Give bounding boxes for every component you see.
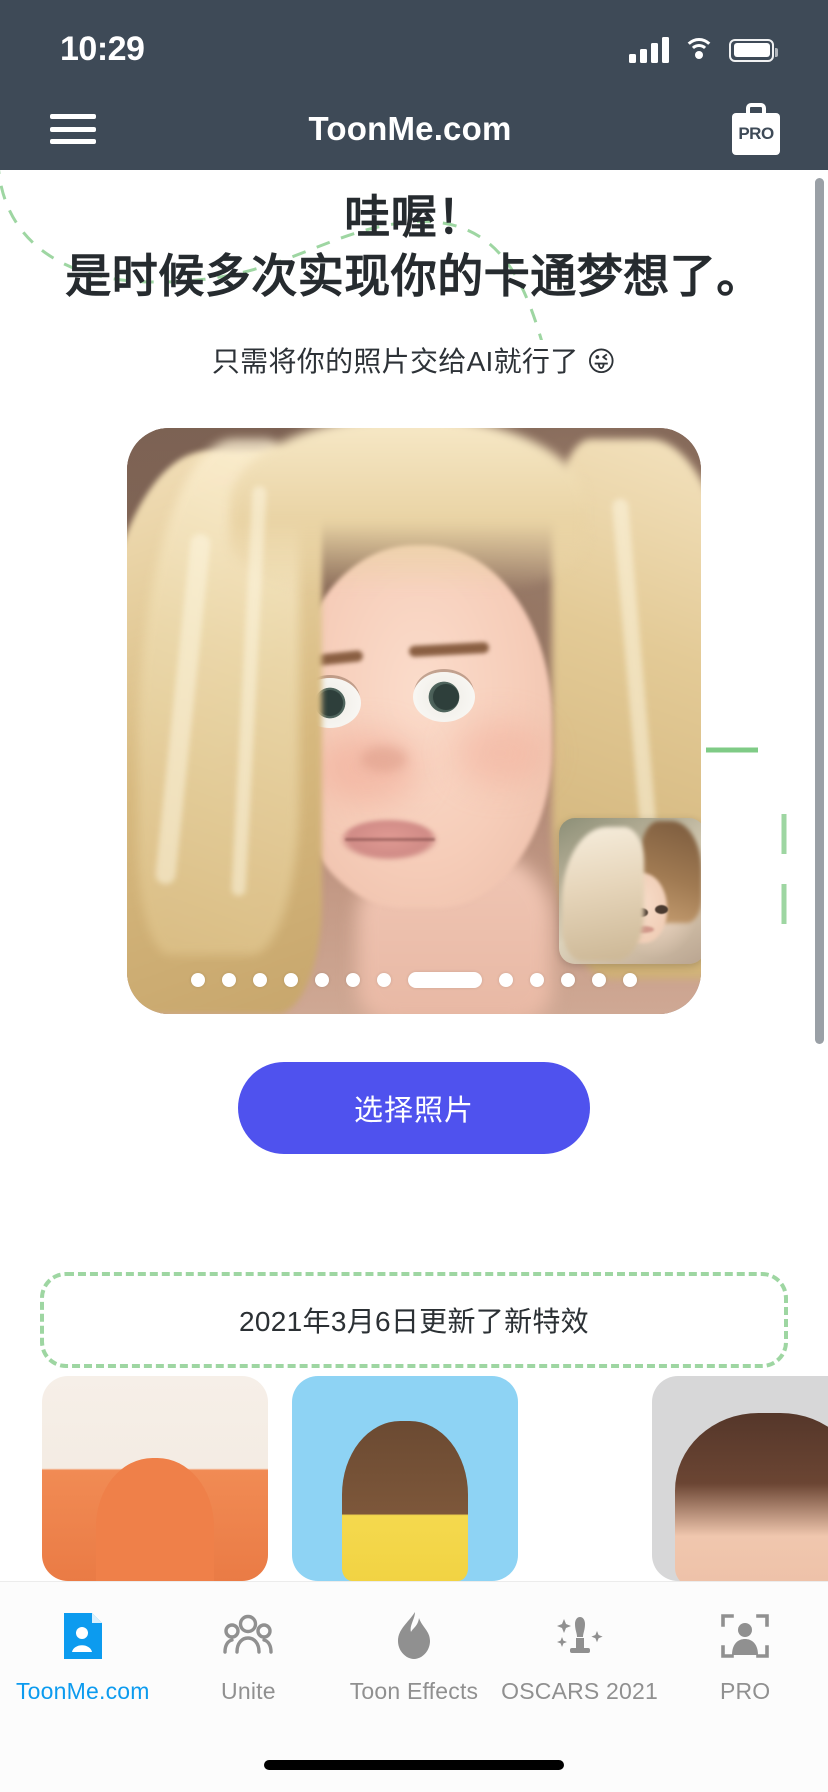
status-time: 10:29	[60, 29, 145, 68]
tab-label-toon-effects: Toon Effects	[349, 1678, 479, 1704]
status-indicators	[629, 37, 778, 63]
tab-pro[interactable]: PRO	[662, 1608, 828, 1705]
people-group-icon	[222, 1608, 274, 1664]
thumbnail-orange-shirt[interactable]	[42, 1376, 268, 1581]
headline-line-1: 哇喔！	[344, 191, 484, 243]
pro-briefcase-icon[interactable]: PRO	[728, 101, 784, 157]
battery-icon	[729, 38, 778, 62]
carousel-dot[interactable]	[561, 972, 575, 987]
tab-unite[interactable]: Unite	[166, 1608, 332, 1705]
flame-icon	[396, 1608, 432, 1664]
page-title: ToonMe.com	[308, 110, 512, 147]
toonme-document-icon	[61, 1608, 105, 1664]
cellular-signal-icon	[629, 37, 669, 63]
vertical-scrollbar[interactable]	[815, 178, 824, 1044]
carousel-dot[interactable]	[346, 972, 360, 987]
tab-label-oscars: OSCARS 2021	[501, 1678, 659, 1704]
thumbnail-blue-background[interactable]	[292, 1376, 518, 1581]
status-bar: 10:29	[0, 0, 828, 88]
tab-label-pro: PRO	[719, 1678, 771, 1704]
headline-line-2: 是时候多次实现你的卡通梦想了。	[65, 249, 763, 302]
home-indicator	[264, 1760, 564, 1770]
hero-headline: 哇喔！ 是时候多次实现你的卡通梦想了。	[0, 170, 828, 306]
carousel-dot[interactable]	[377, 972, 391, 987]
trophy-sparkle-icon	[552, 1608, 608, 1664]
effects-thumbnail-strip[interactable]	[0, 1376, 828, 1581]
cta-container: 选择照片	[0, 1061, 828, 1154]
original-photo-thumbnail[interactable]	[559, 817, 701, 964]
thumbnail-gray-background[interactable]	[652, 1376, 828, 1581]
choose-photo-button[interactable]: 选择照片	[238, 1061, 590, 1154]
carousel-preview-card[interactable]	[127, 427, 701, 1014]
carousel-container[interactable]	[0, 427, 828, 1014]
tab-toon-effects[interactable]: Toon Effects	[331, 1608, 497, 1705]
portrait-frame-icon	[719, 1608, 771, 1664]
hero-subtitle: 只需将你的照片交给AI就行了 😜	[211, 345, 617, 377]
carousel-dot[interactable]	[592, 972, 606, 987]
update-banner[interactable]: 2021年3月6日更新了新特效	[40, 1271, 788, 1368]
scroll-content[interactable]: 哇喔！ 是时候多次实现你的卡通梦想了。 只需将你的照片交给AI就行了 😜 选择照…	[0, 170, 828, 1581]
carousel-pagination[interactable]	[127, 971, 701, 988]
carousel-dot[interactable]	[623, 972, 637, 987]
update-banner-text: 2021年3月6日更新了新特效	[239, 1305, 589, 1337]
carousel-dot[interactable]	[222, 972, 236, 987]
tab-label-toonme: ToonMe.com	[15, 1678, 150, 1704]
bottom-tab-bar: ToonMe.com Unite Toon Effects OSCARS 202…	[0, 1581, 828, 1792]
app-bar: ToonMe.com PRO	[0, 88, 828, 170]
carousel-dot[interactable]	[284, 972, 298, 987]
carousel-dot-active[interactable]	[408, 971, 482, 988]
carousel-dot[interactable]	[315, 972, 329, 987]
carousel-dot[interactable]	[191, 972, 205, 987]
carousel-dot[interactable]	[530, 972, 544, 987]
tab-toonme[interactable]: ToonMe.com	[0, 1608, 166, 1705]
pro-icon-body: PRO	[732, 113, 780, 155]
wifi-icon	[683, 38, 715, 62]
carousel-dot[interactable]	[499, 972, 513, 987]
tab-label-unite: Unite	[221, 1678, 276, 1704]
tab-oscars[interactable]: OSCARS 2021	[497, 1608, 663, 1705]
carousel-dot[interactable]	[253, 972, 267, 987]
pro-icon-label: PRO	[738, 124, 774, 143]
